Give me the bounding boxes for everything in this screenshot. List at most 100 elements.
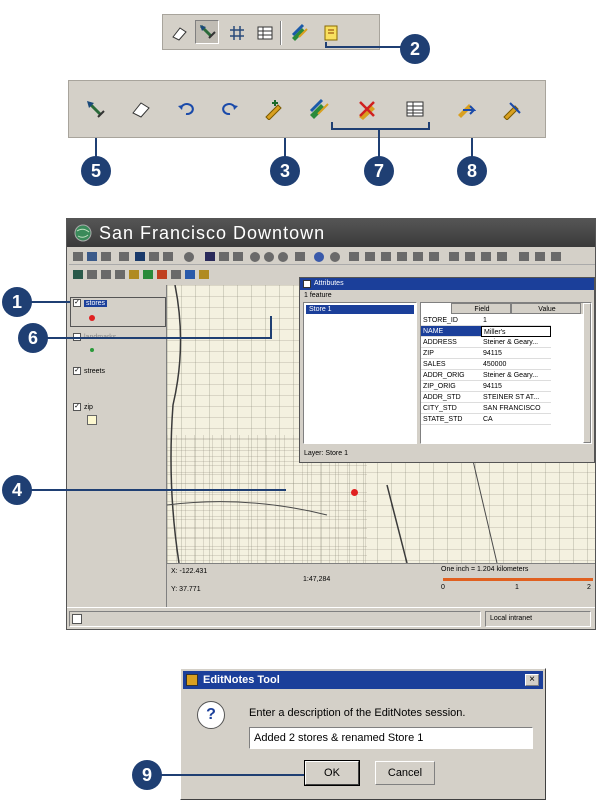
attribute-row[interactable]: SALES 450000 (421, 359, 551, 370)
callout-7-line-v (378, 128, 380, 158)
pencil-tool[interactable] (499, 97, 523, 121)
table-icon[interactable] (253, 21, 277, 45)
attr-field: ZIP (421, 348, 481, 359)
callout-6-line-h (46, 337, 272, 339)
editnotes-prompt: Enter a description of the EditNotes ses… (249, 707, 466, 719)
select-note-icon[interactable] (195, 20, 219, 44)
feature-list[interactable]: Store 1 (303, 302, 417, 444)
streets-label: streets (84, 367, 106, 375)
attr-field: ZIP_ORIG (421, 381, 481, 392)
map-toolbar-1 (69, 249, 595, 265)
toc-layer-zip[interactable]: ✓ zip (73, 403, 93, 411)
streets-checkbox[interactable]: ✓ (73, 367, 81, 375)
attribute-row[interactable]: ZIP 94115 (421, 348, 551, 359)
callout-1-line (30, 301, 70, 303)
scale-bar-label: One inch = 1.204 kilometers (441, 566, 529, 573)
attribute-row[interactable]: ADDRESS Steiner & Geary... (421, 337, 551, 348)
editnotes-toolbar-icons[interactable] (69, 267, 299, 283)
value-column-header: Value (511, 303, 581, 314)
table-of-contents: ✓ stores landmarks ✓ streets ✓ zip (69, 285, 167, 607)
delete-notes-tool[interactable] (355, 97, 379, 121)
eraser-icon[interactable] (167, 21, 191, 45)
field-column-header: Field (451, 303, 511, 314)
stores-label: stores (84, 299, 108, 307)
pencil-arrow-tool[interactable] (453, 97, 477, 121)
layer-label: Layer: Store 1 (304, 450, 348, 457)
attr-field: NAME (421, 326, 481, 337)
toolbar-divider (280, 21, 282, 45)
attr-field: ADDR_ORIG (421, 370, 481, 381)
editnotes-titlebar[interactable]: EditNotes Tool (183, 671, 543, 689)
zone-label: Local intranet (490, 615, 533, 622)
undo-icon[interactable] (175, 97, 199, 121)
editnotes-window-icon (186, 674, 198, 686)
edit-notes-icon[interactable] (287, 21, 311, 45)
attributes-window-icon (303, 280, 311, 288)
edit-notes-tool[interactable] (307, 97, 331, 121)
feature-item-store1[interactable]: Store 1 (306, 305, 414, 314)
attributes-titlebar[interactable]: Attributes (300, 278, 594, 290)
store-point[interactable] (351, 489, 358, 496)
ok-button[interactable]: OK (304, 760, 360, 786)
attribute-row[interactable]: ADDR_ORIG Steiner & Geary... (421, 370, 551, 381)
attr-field: ADDR_STD (421, 392, 481, 403)
top-toolbar (162, 14, 380, 50)
callout-7-line-l (331, 122, 333, 130)
stores-symbol (89, 315, 95, 321)
attribute-row[interactable]: STATE_STD CA (421, 414, 551, 425)
scale-tick-2: 2 (587, 584, 591, 591)
statusbar-zone-pane: Local intranet (485, 611, 591, 627)
edit-toolbar (68, 80, 546, 138)
attr-field: CITY_STD (421, 403, 481, 414)
app-window: San Francisco Downtown ✓ stores ✓ street… (66, 218, 596, 630)
map-scale: 1:47,284 (303, 576, 331, 583)
editnotes-dialog: EditNotes Tool × ? Enter a description o… (180, 668, 546, 800)
toc-layer-streets[interactable]: ✓ streets (73, 367, 105, 375)
stores-checkbox[interactable]: ✓ (73, 299, 81, 307)
map-toolbar-2 (69, 267, 299, 283)
attribute-row[interactable]: CITY_STD SAN FRANCISCO (421, 403, 551, 414)
attribute-row[interactable]: ZIP_ORIG 94115 (421, 381, 551, 392)
callout-3: 3 (270, 156, 300, 186)
attr-field: SALES (421, 359, 481, 370)
globe-icon (74, 224, 92, 242)
notes-icon[interactable] (319, 21, 343, 45)
attribute-grid[interactable]: Field Value STORE_ID 1 NAME Miller's ADDRE… (420, 302, 592, 444)
add-note-tool[interactable] (261, 97, 285, 121)
description-input[interactable]: Added 2 stores & renamed Store 1 (249, 727, 533, 749)
description-input-value: Added 2 stores & renamed Store 1 (254, 732, 424, 744)
redo-icon[interactable] (217, 97, 241, 121)
grid-icon[interactable] (225, 21, 249, 45)
attr-value: 94115 (481, 381, 551, 392)
y-coordinate: Y: 37.771 (171, 586, 201, 593)
feature-count: 1 feature (304, 292, 332, 299)
attr-value: 1 (481, 315, 551, 326)
attr-value: CA (481, 414, 551, 425)
attr-value-edit[interactable]: Miller's (481, 326, 551, 337)
zip-checkbox[interactable]: ✓ (73, 403, 81, 411)
table-tool[interactable] (403, 97, 427, 121)
callout-7-line-r (428, 122, 430, 130)
attribute-row[interactable]: ADDR_STD STEINER ST AT... (421, 392, 551, 403)
callout-5-line (95, 138, 97, 158)
select-note-tool[interactable] (83, 97, 107, 121)
callout-6-line-v (270, 316, 272, 338)
page-status-icon (72, 614, 82, 624)
attribute-row[interactable]: STORE_ID 1 (421, 315, 551, 326)
map-toolbar-icons[interactable] (69, 249, 595, 265)
attr-value: STEINER ST AT... (481, 392, 551, 403)
eraser-tool[interactable] (129, 97, 153, 121)
landmarks-symbol (90, 348, 94, 352)
cancel-button[interactable]: Cancel (375, 761, 435, 785)
browser-statusbar: Local intranet (67, 607, 595, 629)
attr-value: 450000 (481, 359, 551, 370)
attr-field: ADDRESS (421, 337, 481, 348)
attribute-scrollbar[interactable] (583, 303, 591, 443)
callout-9: 9 (132, 760, 162, 790)
scale-tick-1: 1 (515, 584, 519, 591)
close-icon: × (529, 674, 535, 685)
close-button[interactable]: × (525, 674, 539, 686)
callout-1: 1 (2, 287, 32, 317)
attribute-row-selected[interactable]: NAME Miller's (421, 326, 551, 337)
toc-layer-stores[interactable]: ✓ stores (73, 299, 108, 307)
